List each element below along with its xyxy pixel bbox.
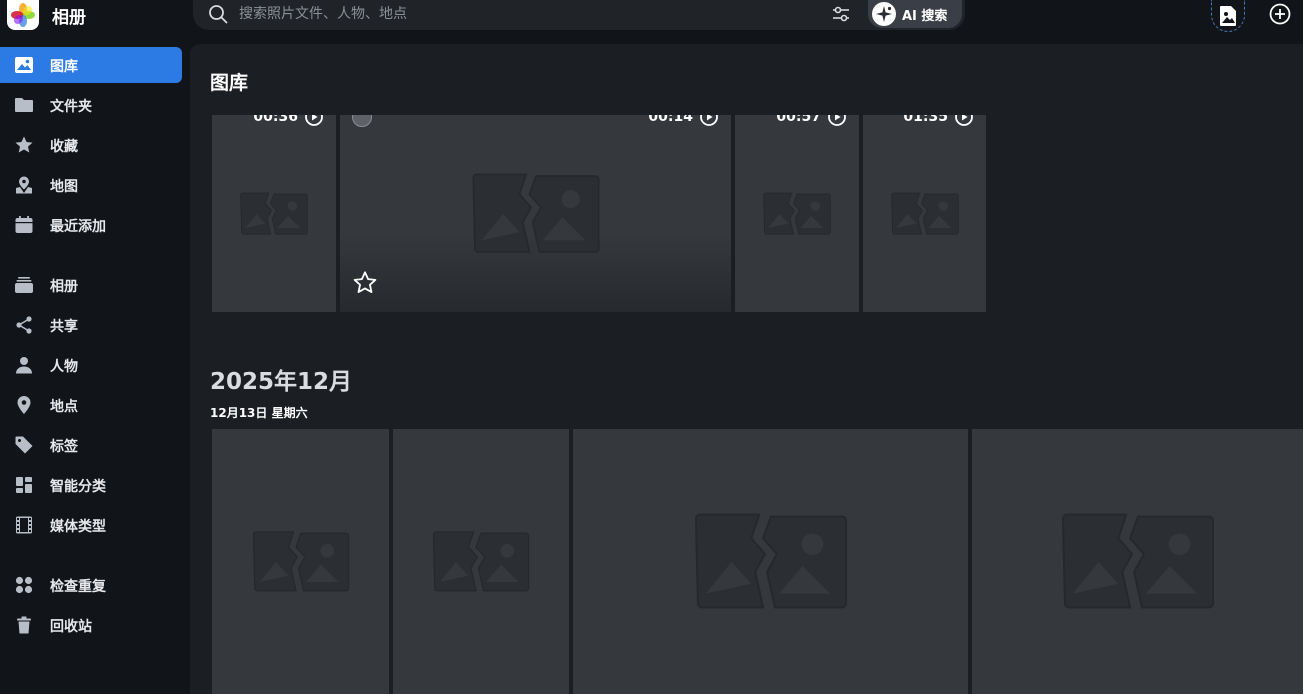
import-button[interactable] (1211, 0, 1245, 32)
search-icon (207, 3, 229, 29)
sidebar-item-smart-categories[interactable]: 智能分类 (0, 467, 182, 503)
star-icon (15, 136, 33, 153)
sidebar-item-shared[interactable]: 共享 (0, 307, 182, 343)
main-content: 图库 00:36 00:14 00:57 01:35 2025年12月 12月1… (190, 44, 1303, 694)
broken-image-icon (240, 192, 308, 235)
play-circle-icon (700, 115, 718, 126)
person-icon (16, 357, 32, 374)
video-tile[interactable]: 00:57 (735, 115, 859, 312)
sidebar: 图库 文件夹 收藏 地图 最近添加 相册 共享 人物 地点 标签 智能分类 媒体… (0, 44, 190, 694)
tag-icon (15, 436, 33, 454)
video-duration: 00:57 (776, 115, 847, 127)
video-duration: 00:14 (648, 115, 719, 127)
date-heading: 12月13日 星期六 (210, 406, 308, 420)
sidebar-item-trash[interactable]: 回收站 (0, 607, 182, 643)
broken-image-icon (432, 530, 530, 591)
select-checkbox[interactable] (352, 115, 372, 127)
filter-sliders-icon[interactable] (830, 3, 852, 29)
top-bar: 相册 AI 搜索 (0, 0, 1303, 32)
sidebar-item-albums[interactable]: 相册 (0, 267, 182, 303)
folder-icon (15, 98, 33, 112)
sidebar-item-folders[interactable]: 文件夹 (0, 87, 182, 123)
broken-image-icon (1061, 513, 1214, 608)
sidebar-item-people[interactable]: 人物 (0, 347, 182, 383)
broken-image-icon (890, 192, 959, 235)
app-title: 相册 (52, 8, 86, 28)
trash-icon (17, 616, 31, 634)
broken-image-icon (471, 173, 600, 253)
video-tile[interactable]: 00:36 (212, 115, 336, 312)
search-bar[interactable]: AI 搜索 (193, 0, 965, 30)
sidebar-item-recently-added[interactable]: 最近添加 (0, 207, 182, 243)
add-circle-icon[interactable] (1268, 2, 1292, 30)
photo-tile[interactable] (972, 429, 1303, 694)
sidebar-item-media-types[interactable]: 媒体类型 (0, 507, 182, 543)
ai-search-label: AI 搜索 (902, 8, 948, 24)
video-duration: 01:35 (903, 115, 974, 127)
sidebar-item-tags[interactable]: 标签 (0, 427, 182, 463)
file-image-icon (1220, 5, 1236, 26)
sidebar-item-places[interactable]: 地点 (0, 387, 182, 423)
sidebar-item-favorites[interactable]: 收藏 (0, 127, 182, 163)
map-pin-icon (16, 176, 32, 194)
album-stack-icon (15, 277, 33, 293)
photo-tile[interactable] (573, 429, 968, 694)
play-circle-icon (828, 115, 846, 126)
video-duration: 00:36 (253, 115, 324, 127)
film-icon (16, 516, 32, 534)
location-icon (17, 396, 31, 414)
sidebar-item-library[interactable]: 图库 (0, 47, 182, 83)
month-heading: 2025年12月 (210, 369, 353, 395)
video-tile[interactable]: 00:14 (340, 115, 731, 312)
search-input[interactable] (239, 4, 799, 24)
play-circle-icon (955, 115, 973, 126)
ai-search-button[interactable]: AI 搜索 (868, 0, 962, 28)
share-icon (16, 316, 32, 334)
image-icon (15, 57, 33, 73)
broken-image-icon (694, 513, 847, 608)
play-circle-icon (305, 115, 323, 126)
broken-image-icon (252, 530, 349, 591)
photo-tile[interactable] (212, 429, 389, 694)
grid-icon (16, 477, 32, 493)
sidebar-item-map[interactable]: 地图 (0, 167, 182, 203)
sidebar-item-check-duplicates[interactable]: 检查重复 (0, 567, 182, 603)
page-title: 图库 (210, 72, 249, 94)
photo-tile[interactable] (393, 429, 569, 694)
duplicate-icon (15, 576, 33, 594)
calendar-icon (15, 216, 33, 233)
photos-app-logo (7, 0, 39, 30)
broken-image-icon (763, 192, 831, 235)
favorite-star-icon[interactable] (352, 270, 378, 300)
ai-sparkle-icon (872, 2, 896, 26)
video-tile[interactable]: 01:35 (863, 115, 986, 312)
